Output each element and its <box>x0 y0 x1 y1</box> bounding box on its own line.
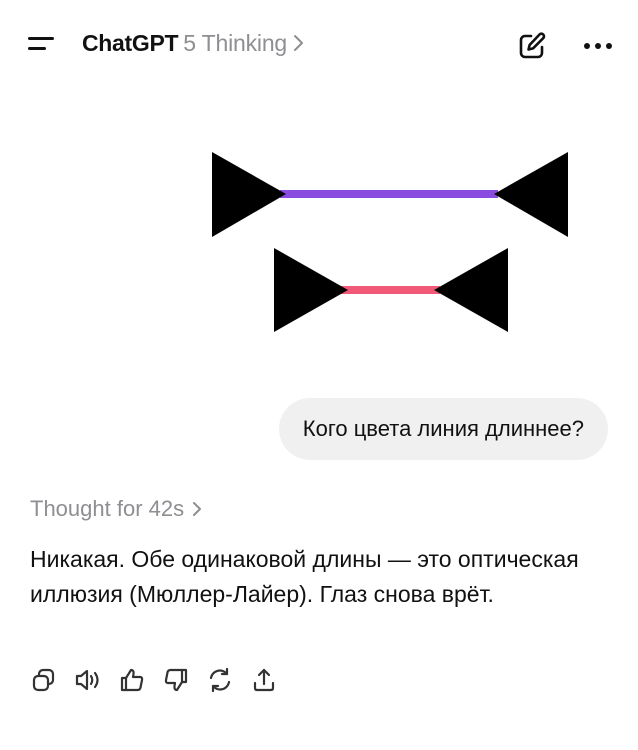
model-name: 5 Thinking <box>183 30 287 56</box>
copy-icon <box>32 668 55 692</box>
copy-button[interactable] <box>28 664 60 696</box>
read-aloud-button[interactable] <box>72 664 104 696</box>
top-right-arrowhead <box>494 152 568 237</box>
top-left-arrowhead <box>212 152 286 237</box>
muller-lyer-illusion-image[interactable] <box>200 140 580 350</box>
more-options-button[interactable] <box>578 28 618 64</box>
chevron-right-icon <box>290 33 306 53</box>
regenerate-button[interactable] <box>204 664 236 696</box>
bad-response-button[interactable] <box>160 664 192 696</box>
speaker-icon <box>75 669 99 691</box>
menu-icon-bar <box>28 47 46 50</box>
top-bar: ChatGPT 5 Thinking <box>0 0 638 90</box>
thumbs-up-icon <box>120 668 144 692</box>
sidebar-menu-button[interactable] <box>22 26 62 62</box>
app-title: ChatGPT <box>82 30 179 56</box>
chevron-right-icon <box>190 499 206 519</box>
bottom-left-arrowhead <box>274 248 348 332</box>
message-action-bar <box>28 664 292 696</box>
share-icon <box>253 668 275 692</box>
new-chat-button[interactable] <box>514 28 550 64</box>
thumbs-down-icon <box>164 668 188 692</box>
bottom-right-arrowhead <box>434 248 508 332</box>
assistant-message: Никакая. Обе одинаковой длины — это опти… <box>30 546 579 607</box>
refresh-icon <box>209 667 231 693</box>
compose-icon <box>519 32 546 59</box>
good-response-button[interactable] <box>116 664 148 696</box>
thought-label: Thought for 42s <box>30 496 185 521</box>
share-button[interactable] <box>248 664 280 696</box>
thought-duration-toggle[interactable]: Thought for 42s <box>30 496 206 522</box>
model-selector[interactable]: ChatGPT 5 Thinking <box>82 30 306 60</box>
menu-icon <box>28 37 54 40</box>
user-message-bubble: Кого цвета линия длиннее? <box>278 398 608 460</box>
more-dots-icon <box>584 43 612 49</box>
